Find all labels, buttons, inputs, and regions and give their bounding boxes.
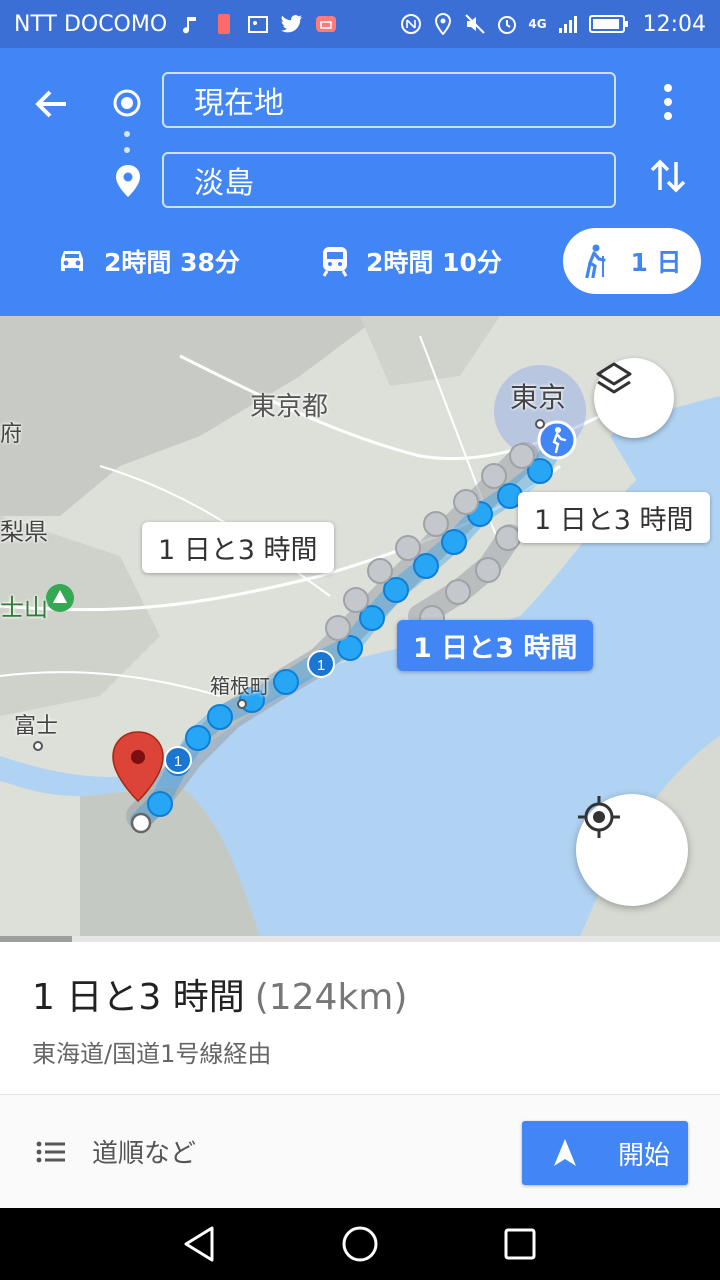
- network-type: 4G: [528, 17, 547, 31]
- phone-icon: [213, 13, 235, 35]
- car-icon: [61, 251, 83, 271]
- hiking-icon: [585, 244, 607, 278]
- route-summary-sheet[interactable]: 1 日と3 時間 (124km) 東海道/国道1号線経由: [0, 942, 720, 1092]
- back-button[interactable]: [30, 82, 74, 126]
- gallery-icon: [247, 13, 269, 35]
- music-icon: [179, 13, 201, 35]
- tab-driving[interactable]: 2時間 38分: [56, 228, 240, 294]
- signal-icon: [557, 13, 579, 35]
- square-recents-icon: [504, 1228, 536, 1260]
- transit-duration: 2時間 10分: [366, 248, 502, 277]
- arrow-back-icon: [35, 90, 66, 118]
- tab-walking[interactable]: 1 日: [563, 228, 701, 294]
- place-label-mountain: 士山: [0, 594, 48, 622]
- start-button[interactable]: 開始: [522, 1121, 688, 1185]
- battery-icon: [588, 13, 629, 35]
- tab-transit[interactable]: 2時間 10分: [320, 228, 502, 294]
- layers-button[interactable]: [594, 358, 674, 438]
- carrier-name: NTT DOCOMO: [14, 11, 168, 37]
- route-time-label-alt-right[interactable]: 1 日と3 時間: [518, 492, 710, 543]
- nav-home-button[interactable]: [340, 1224, 380, 1264]
- my-location-icon: [578, 796, 620, 838]
- driving-duration: 2時間 38分: [104, 248, 240, 277]
- alarm-icon: [496, 13, 518, 35]
- start-label: 開始: [618, 1140, 671, 1171]
- travel-mode-tabs: 2時間 38分 2時間 10分 1 日: [0, 228, 720, 300]
- swap-vert-icon: [650, 159, 686, 193]
- triangle-back-icon: [184, 1226, 214, 1262]
- twitter-icon: [281, 13, 303, 35]
- route-dots-icon: [124, 130, 130, 156]
- clock: 12:04: [642, 11, 706, 37]
- nfc-icon: [400, 13, 422, 35]
- place-label-fuji: 富士: [14, 714, 59, 739]
- navigation-arrow-icon: [554, 1139, 576, 1166]
- route-badge-2: 1: [174, 753, 182, 770]
- route-time-label-selected[interactable]: 1 日と3 時間: [397, 620, 594, 671]
- origin-icon: [112, 88, 142, 118]
- origin-input[interactable]: 現在地: [162, 72, 616, 128]
- circle-home-icon: [342, 1226, 378, 1262]
- place-label-hakone: 箱根町: [210, 674, 270, 698]
- my-location-button[interactable]: [576, 794, 688, 906]
- steps-label: 道順など: [92, 1139, 197, 1169]
- nav-back-button[interactable]: [180, 1224, 220, 1264]
- directions-header: 現在地 淡島 2時間 38分 2時間 10分 1 日: [0, 48, 720, 316]
- list-icon: [36, 1141, 65, 1162]
- mute-icon: [464, 13, 486, 35]
- more-vert-icon: [664, 84, 672, 120]
- route-via: 東海道/国道1号線経由: [32, 1040, 272, 1068]
- place-label-tokyo-to: 東京都: [250, 392, 329, 422]
- destination-input[interactable]: 淡島: [162, 152, 616, 208]
- destination-pin-icon: [114, 164, 142, 198]
- system-navigation-bar: [0, 1208, 720, 1280]
- layers-icon: [596, 362, 632, 394]
- place-label-edge: 府: [0, 422, 23, 447]
- walking-duration: 1 日: [630, 248, 682, 277]
- swap-button[interactable]: [648, 154, 688, 198]
- mail-icon: [315, 13, 337, 35]
- place-label-ken: 梨県: [0, 518, 48, 546]
- maps-directions-screen: NTT DOCOMO 4G 12:04 現在地 淡島 2時間 38分 2時間 1…: [0, 0, 720, 1280]
- nav-recents-button[interactable]: [502, 1226, 538, 1262]
- route-distance: (124km): [254, 977, 408, 1018]
- map-view[interactable]: 1 1 東京 東京都 箱根町 富士 梨県 士山 府 1 日と3 時間 1 日と3…: [0, 316, 720, 936]
- route-badge-1: 1: [317, 657, 325, 674]
- route-time-label-alt-left[interactable]: 1 日と3 時間: [142, 522, 334, 573]
- action-bar: 道順など 開始: [0, 1094, 720, 1208]
- steps-button[interactable]: 道順など: [36, 1133, 196, 1170]
- more-options-button[interactable]: [650, 82, 686, 122]
- route-summary: 1 日と3 時間 (124km): [32, 968, 407, 1020]
- train-icon: [322, 247, 348, 277]
- status-bar: NTT DOCOMO 4G 12:04: [0, 0, 720, 48]
- route-duration: 1 日と3 時間: [32, 977, 245, 1018]
- place-label-tokyo: 東京: [510, 381, 567, 414]
- location-icon: [432, 13, 454, 35]
